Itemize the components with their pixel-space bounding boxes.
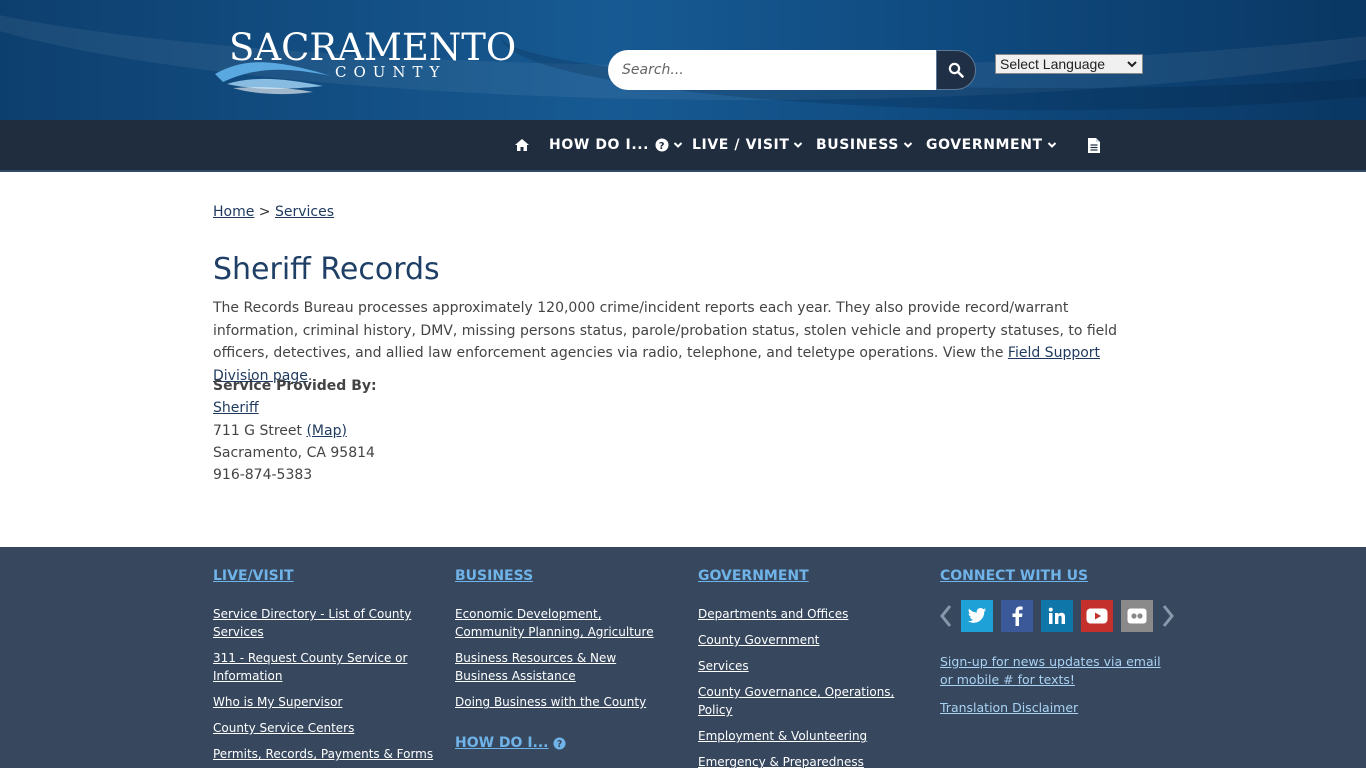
footer-link-emergency[interactable]: Emergency & Preparedness (698, 753, 908, 768)
provider-phone: 916-874-5383 (213, 467, 313, 484)
document-icon (1088, 137, 1100, 153)
svg-text:?: ? (659, 141, 665, 152)
page-title: Sheriff Records (213, 252, 440, 287)
nav-government-label: GOVERNMENT (926, 137, 1043, 153)
main-navigation: HOW DO I... ? LIVE / VISIT BUSINESS GOVE… (0, 120, 1366, 172)
footer-government-heading[interactable]: GOVERNMENT (698, 568, 809, 584)
footer-link-governance[interactable]: County Governance, Operations, Policy (698, 683, 908, 719)
nav-documents[interactable] (1083, 120, 1101, 170)
chevron-left-icon[interactable] (938, 604, 954, 628)
page-description: The Records Bureau processes approximate… (213, 297, 1158, 387)
twitter-button[interactable] (961, 600, 993, 632)
footer-live-visit-heading[interactable]: LIVE/VISIT (213, 568, 294, 584)
footer-link-economic-development[interactable]: Economic Development, Community Planning… (455, 605, 670, 641)
footer-link-business-resources[interactable]: Business Resources & New Business Assist… (455, 649, 670, 685)
county-logo[interactable]: SACRAMENTO COUNTY (213, 28, 516, 95)
footer-link-services[interactable]: Services (698, 657, 908, 675)
footer-link-departments[interactable]: Departments and Offices (698, 605, 908, 623)
footer-link-service-directory[interactable]: Service Directory - List of County Servi… (213, 605, 433, 641)
footer-link-doing-business[interactable]: Doing Business with the County (455, 693, 670, 711)
chevron-down-icon (1047, 142, 1056, 148)
facebook-button[interactable] (1001, 600, 1033, 632)
provider-label: Service Provided By: (213, 378, 377, 394)
flickr-button[interactable] (1121, 600, 1153, 632)
flickr-icon (1127, 608, 1147, 624)
breadcrumb-separator: > (258, 204, 271, 220)
question-circle-icon: ? (552, 736, 566, 750)
nav-live-visit[interactable]: LIVE / VISIT (692, 120, 803, 170)
provider-street-line: 711 G Street (Map) (213, 420, 377, 442)
breadcrumb-home-link[interactable]: Home (213, 204, 254, 220)
svg-text:?: ? (556, 739, 561, 750)
linkedin-button[interactable] (1041, 600, 1073, 632)
nav-business[interactable]: BUSINESS (816, 120, 913, 170)
chevron-right-icon[interactable] (1160, 604, 1176, 628)
footer-link-supervisor[interactable]: Who is My Supervisor (213, 693, 433, 711)
site-header: SACRAMENTO COUNTY Select Language (0, 0, 1366, 120)
youtube-button[interactable] (1081, 600, 1113, 632)
facebook-icon (1012, 606, 1023, 626)
search-input[interactable] (608, 50, 936, 90)
footer-link-service-centers[interactable]: County Service Centers (213, 719, 433, 737)
nav-home[interactable] (510, 120, 530, 170)
home-icon (515, 139, 529, 151)
twitter-icon (967, 608, 987, 623)
footer-link-311[interactable]: 311 - Request County Service or Informat… (213, 649, 433, 685)
provider-city: Sacramento, CA 95814 (213, 444, 375, 461)
footer-link-employment[interactable]: Employment & Volunteering (698, 727, 908, 745)
chevron-down-icon (903, 142, 913, 148)
linkedin-icon (1048, 607, 1065, 624)
chevron-down-icon (794, 142, 803, 148)
logo-subtitle: COUNTY (335, 63, 447, 81)
description-text: The Records Bureau processes approximate… (213, 300, 1118, 361)
service-provider: Service Provided By: Sheriff 711 G Stree… (213, 375, 377, 486)
language-select[interactable]: Select Language (995, 54, 1143, 74)
footer-how-do-i[interactable]: HOW DO I... ? (455, 735, 566, 751)
nav-how-do-i-label: HOW DO I... (549, 137, 650, 153)
footer-translation-disclaimer-link[interactable]: Translation Disclaimer (940, 699, 1170, 717)
language-select-label: Select Language (1000, 56, 1106, 72)
search-button[interactable] (936, 50, 976, 90)
footer-connect-heading[interactable]: CONNECT WITH US (940, 568, 1088, 584)
nav-live-visit-label: LIVE / VISIT (692, 137, 790, 153)
youtube-icon (1086, 608, 1108, 624)
map-link[interactable]: (Map) (306, 423, 346, 439)
provider-street: 711 G Street (213, 422, 303, 439)
breadcrumb: Home > Services (213, 204, 334, 220)
logo-title: SACRAMENTO (229, 26, 517, 69)
search-icon (948, 62, 964, 78)
chevron-down-icon (1127, 61, 1137, 68)
provider-sheriff-link[interactable]: Sheriff (213, 400, 259, 416)
nav-business-label: BUSINESS (816, 137, 899, 153)
question-circle-icon: ? (655, 138, 669, 152)
footer-how-do-i-heading[interactable]: HOW DO I... (455, 735, 549, 751)
footer-link-county-government[interactable]: County Government (698, 631, 908, 649)
footer-link-permits[interactable]: Permits, Records, Payments & Forms (213, 745, 443, 763)
chevron-down-icon (673, 142, 683, 148)
breadcrumb-services-link[interactable]: Services (275, 204, 334, 220)
footer-business-heading[interactable]: BUSINESS (455, 568, 533, 584)
footer-signup-link[interactable]: Sign-up for news updates via email or mo… (940, 653, 1170, 689)
nav-how-do-i[interactable]: HOW DO I... ? (549, 120, 683, 170)
site-search (608, 50, 976, 90)
nav-government[interactable]: GOVERNMENT (926, 120, 1057, 170)
site-footer: LIVE/VISIT Service Directory - List of C… (0, 547, 1366, 768)
